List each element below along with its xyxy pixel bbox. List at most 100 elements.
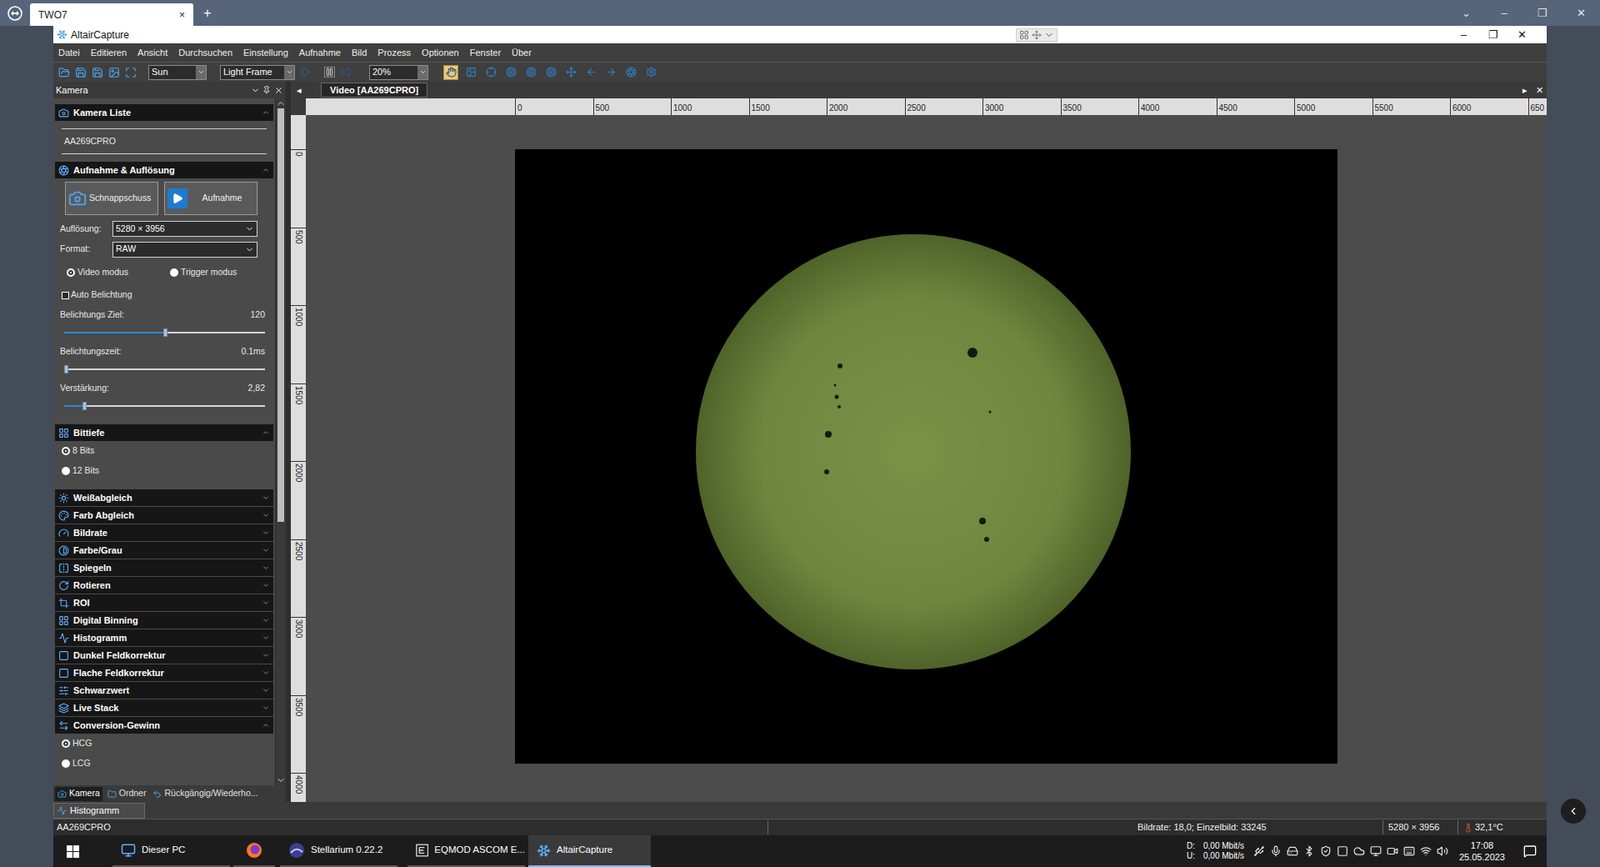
slider-knob[interactable] <box>82 401 87 410</box>
collapsed-section-header[interactable]: Histogramm <box>55 629 274 646</box>
start-button[interactable] <box>53 835 92 867</box>
scroll-thumb[interactable] <box>277 108 285 522</box>
slider[interactable] <box>55 360 274 378</box>
collapsed-section-header[interactable]: Flache Feldkorrektur <box>55 664 274 681</box>
capture-header[interactable]: Aufnahme & Auflösung <box>55 161 274 179</box>
collapsed-section-header[interactable]: Schwarzwert <box>55 681 274 699</box>
tabs-scroll-right[interactable]: ▸ <box>1518 83 1532 98</box>
menu-item[interactable]: Aufnahme <box>299 45 341 60</box>
menu-item[interactable]: Optionen <box>421 45 460 60</box>
window-control[interactable]: ❐ <box>1478 25 1508 44</box>
tray-icon[interactable] <box>1370 845 1382 857</box>
histogram-tab[interactable]: Histogramm <box>53 802 145 819</box>
slider-knob[interactable] <box>64 365 69 374</box>
menu-item[interactable]: Editieren <box>90 45 127 60</box>
menu-item[interactable]: Durchsuchen <box>178 45 233 60</box>
menu-item[interactable]: Prozess <box>377 45 411 60</box>
collapsed-section-header[interactable]: Digital Binning <box>55 611 274 629</box>
tool-button[interactable] <box>563 65 579 80</box>
tool-button[interactable] <box>503 65 519 80</box>
menu-item[interactable]: Datei <box>58 45 80 60</box>
conversion-gain-radio[interactable]: LCG <box>61 756 91 770</box>
close-icon[interactable] <box>274 85 284 95</box>
clock[interactable]: 17:0825.05.2023 <box>1459 839 1505 863</box>
video-close[interactable]: ✕ <box>1531 83 1547 98</box>
capture-button[interactable]: Aufnahme <box>164 181 258 215</box>
tool-button[interactable] <box>643 65 659 80</box>
collapsed-section-header[interactable]: Weißabgleich <box>55 489 274 506</box>
slider[interactable] <box>55 324 274 341</box>
auto-exposure-checkbox[interactable]: Auto Belichtung <box>55 285 274 305</box>
window-control[interactable]: ✕ <box>1507 25 1537 44</box>
panel-tab[interactable]: Ordner <box>105 786 149 801</box>
collapsed-section-header[interactable]: Farbe/Grau <box>55 541 274 559</box>
camera-item[interactable]: AA269CPRO <box>61 128 267 155</box>
pin-icon[interactable] <box>262 85 271 95</box>
tray-icon[interactable] <box>1436 845 1449 857</box>
bit-depth-header[interactable]: Bittiefe <box>55 424 274 441</box>
remote-tab[interactable]: TWO7× <box>30 3 194 26</box>
frame-type-combo[interactable]: Light Frame <box>220 65 295 80</box>
dropdown[interactable]: RAW <box>112 241 258 258</box>
panel-scrollbar[interactable] <box>275 98 286 785</box>
collapsed-section-header[interactable]: Bildrate <box>55 524 274 541</box>
notification-icon[interactable] <box>1523 844 1537 858</box>
target-combo[interactable]: Sun <box>148 65 207 80</box>
tray-icon[interactable] <box>1403 845 1415 857</box>
collapsed-section-header[interactable]: Farb Abgleich <box>55 506 274 524</box>
menu-item[interactable]: Einstellung <box>243 45 289 60</box>
tool-button[interactable] <box>483 65 499 80</box>
bit-depth-radio[interactable]: 8 Bits <box>61 444 95 458</box>
mode-radio[interactable]: Trigger modus <box>170 265 274 280</box>
tray-icon[interactable] <box>1253 845 1265 857</box>
taskbar-app[interactable] <box>233 835 275 867</box>
collapsed-section-header[interactable]: Spiegeln <box>55 559 274 576</box>
tool-button[interactable] <box>623 65 639 80</box>
pause-icon[interactable] <box>324 66 335 78</box>
toolbar-button-icon[interactable] <box>125 66 137 79</box>
taskbar-app[interactable]: AltairCapture <box>528 835 651 867</box>
camera-list-header[interactable]: Kamera Liste <box>55 104 274 121</box>
dropdown[interactable]: 5280 × 3956 <box>112 220 258 237</box>
taskbar-app[interactable]: Dieser PC <box>112 835 230 867</box>
capture-button[interactable]: Schnappschuss <box>65 181 159 215</box>
tool-button[interactable] <box>583 65 599 80</box>
toolbar-button-icon[interactable] <box>108 66 120 79</box>
remote-window-control[interactable]: ✕ <box>1561 0 1600 26</box>
panel-tab[interactable]: Kamera <box>55 786 103 801</box>
toolbar-button-icon[interactable] <box>58 66 70 79</box>
toolbar-button-icon[interactable] <box>75 66 87 79</box>
tool-button[interactable] <box>603 65 619 80</box>
new-tab-button[interactable]: + <box>193 0 222 26</box>
menu-item[interactable]: Bild <box>351 45 367 60</box>
slider[interactable] <box>55 397 274 415</box>
tray-icon[interactable] <box>1353 845 1365 857</box>
tray-icon[interactable] <box>1420 845 1432 857</box>
remote-window-control[interactable]: ⌄ <box>1446 0 1485 26</box>
collapsed-section-header[interactable]: Rotieren <box>55 576 274 594</box>
tab-close-button[interactable]: × <box>179 7 185 23</box>
tray-icon[interactable] <box>1320 845 1332 857</box>
conversion-gain-radio[interactable]: HCG <box>61 736 92 750</box>
bit-depth-radio[interactable]: 12 Bits <box>61 464 100 478</box>
tray-icon[interactable] <box>1303 845 1315 857</box>
tray-icon[interactable] <box>1286 845 1299 857</box>
video-tab[interactable]: Video [AA269CPRO] <box>320 82 428 98</box>
menu-item[interactable]: Fenster <box>470 45 501 60</box>
mode-radio[interactable]: Video modus <box>66 265 170 280</box>
tray-icon[interactable] <box>1386 845 1399 857</box>
menu-item[interactable]: Ansicht <box>137 45 168 60</box>
scroll-down-icon[interactable] <box>275 775 286 785</box>
tray-icon[interactable] <box>1336 845 1349 857</box>
panel-menu-icon[interactable] <box>250 85 260 95</box>
slider-knob[interactable] <box>163 328 168 337</box>
title-widget[interactable] <box>1015 28 1058 42</box>
taskbar-app[interactable]: EQMOD ASCOM E... <box>407 835 525 867</box>
video-canvas[interactable] <box>305 115 1547 802</box>
tool-button[interactable] <box>443 65 459 80</box>
tool-button[interactable] <box>523 65 539 80</box>
remote-window-control[interactable]: ❐ <box>1523 0 1562 26</box>
menu-item[interactable]: Über <box>511 45 532 60</box>
tray-icon[interactable] <box>1270 845 1282 857</box>
tool-button[interactable] <box>463 65 479 80</box>
